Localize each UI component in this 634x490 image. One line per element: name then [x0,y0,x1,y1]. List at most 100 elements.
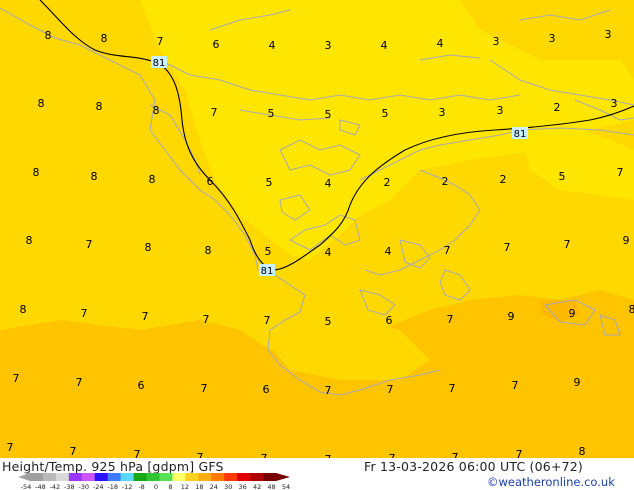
temperature-label: 7 [86,238,93,251]
temperature-label: 3 [549,32,556,45]
temperature-label: 8 [149,173,156,186]
color-scale-tick: 48 [267,483,275,490]
contour-label-2: 81 [259,264,275,277]
color-scale-tick: 8 [168,483,172,490]
color-scale-tick: -30 [78,483,89,490]
color-scale-tick: 54 [282,483,290,490]
temperature-label: 7 [76,376,83,389]
color-scale-tick: 18 [195,483,203,490]
temperature-label: 7 [81,307,88,320]
color-scale-swatch [250,473,264,481]
color-scale-tick: 36 [239,483,247,490]
color-scale-tick: 12 [181,483,189,490]
temperature-label: 4 [325,177,332,190]
temperature-label: 6 [138,379,145,392]
color-scale-tick: -54 [21,483,32,490]
temperature-label: 9 [623,234,630,247]
temperature-label: 7 [516,448,523,458]
temperature-label: 8 [579,445,586,458]
temperature-label: 5 [268,107,275,120]
temperature-label: 9 [574,376,581,389]
color-scale-swatch [198,473,212,481]
temperature-label: 6 [263,383,270,396]
temperature-label: 2 [554,101,561,114]
temperature-label: 7 [211,106,218,119]
temperature-label: 8 [629,303,634,316]
temperature-label: 7 [70,445,77,458]
temperature-label: 8 [101,32,108,45]
temperature-label: 3 [605,28,612,41]
temperature-label: 3 [325,39,332,52]
temperature-label: 8 [26,234,33,247]
temperature-label: 3 [439,106,446,119]
color-scale-arrow-left [18,473,30,481]
temperature-label: 7 [203,313,210,326]
temperature-label: 7 [201,382,208,395]
color-scale-swatch [55,473,70,481]
temperature-label: 3 [611,97,618,110]
color-scale-tick: -38 [64,483,75,490]
color-scale-swatch [185,473,199,481]
temperature-label: 5 [559,170,566,183]
map-title: Height/Temp. 925 hPa [gdpm] GFS [2,459,224,474]
temperature-label: 3 [493,35,500,48]
temperature-label: 5 [382,107,389,120]
temperature-label: 7 [7,441,14,454]
temperature-label: 3 [497,104,504,117]
temperature-label: 8 [145,241,152,254]
temperature-label: 7 [512,379,519,392]
credit-link[interactable]: ©weatheronline.co.uk [487,475,615,489]
color-scale-swatch [30,473,44,481]
map-footer: Height/Temp. 925 hPa [gdpm] GFS Fr 13-03… [0,458,634,490]
color-scale-swatch [159,473,173,481]
color-scale-tick: 0 [154,483,158,490]
color-scale-swatch [120,473,134,481]
color-scale-tick: 30 [224,483,232,490]
color-scale-swatch [107,473,121,481]
temperature-label: 4 [381,39,388,52]
temperature-label: 7 [504,241,511,254]
color-scale-tick: -24 [93,483,104,490]
temperature-label: 5 [325,108,332,121]
temperature-label: 8 [205,244,212,257]
temperature-label: 4 [325,246,332,259]
temperature-label: 7 [617,166,624,179]
temperature-label: 4 [269,39,276,52]
contour-label-1: 81 [151,56,167,69]
temperature-label: 2 [384,176,391,189]
color-scale-swatch [94,473,108,481]
temperature-label: 5 [265,245,272,258]
temperature-label: 7 [157,35,164,48]
color-scale-swatch [146,473,160,481]
color-scale-tick: -12 [122,483,133,490]
temperature-label: 7 [134,448,141,458]
temperature-label: 8 [153,104,160,117]
color-scale-swatch [211,473,225,481]
temperature-label: 6 [386,314,393,327]
svg-text:81: 81 [153,58,166,69]
temperature-label: 7 [447,313,454,326]
temperature-label: 7 [325,384,332,397]
color-scale-tick: -8 [138,483,144,490]
temperature-label: 8 [20,303,27,316]
color-scale-tick: 24 [210,483,218,490]
temperature-label: 4 [385,245,392,258]
valid-time: Fr 13-03-2026 06:00 UTC (06+72) [364,459,583,474]
temperature-label: 8 [38,97,45,110]
color-scale-swatch [263,473,277,481]
contour-label-3: 81 [512,127,528,140]
temperature-label: 6 [207,175,214,188]
temperature-label: 5 [266,176,273,189]
temperature-label: 9 [569,307,576,320]
color-scale-swatch [42,473,57,481]
temperature-label: 2 [442,175,449,188]
temperature-label: 7 [444,244,451,257]
color-scale-arrow-right [276,473,290,481]
temperature-label: 7 [449,382,456,395]
color-scale-swatch [133,473,147,481]
temperature-label: 6 [213,38,220,51]
color-scale-tick: -48 [35,483,46,490]
temperature-label: 7 [452,451,459,458]
temperature-label: 2 [500,173,507,186]
forecast-map: 81 81 81 8 8 7 6 4 3 4 4 3 3 3 8 8 8 7 5 [0,0,634,458]
